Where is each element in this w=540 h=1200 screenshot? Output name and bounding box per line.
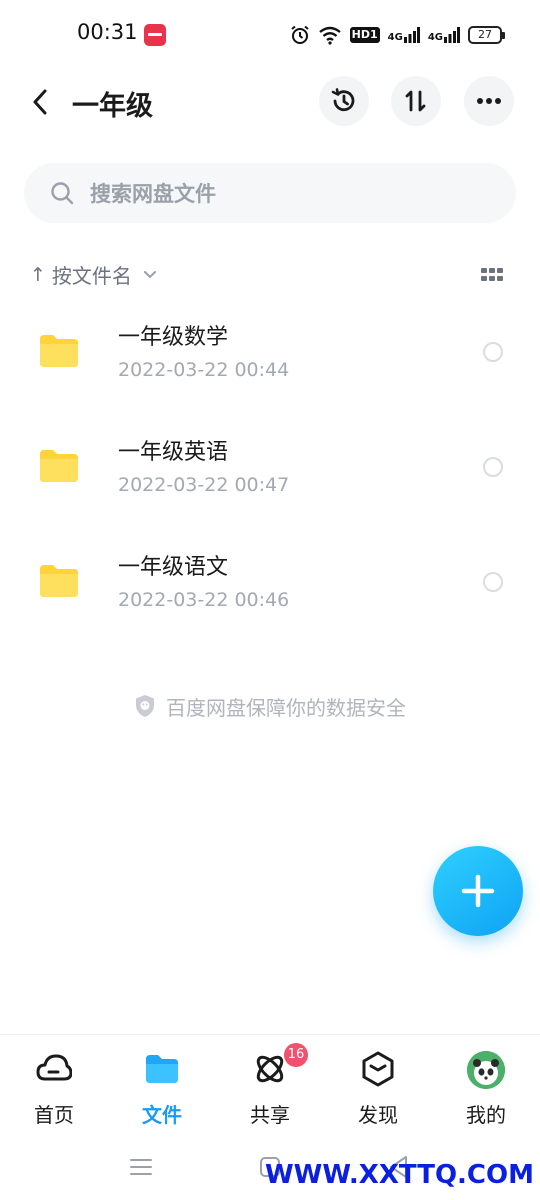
list-item[interactable]: 一年级英语 2022-03-22 00:47 (0, 421, 540, 536)
nav-item-files[interactable]: 文件 (108, 1035, 216, 1135)
back-arrow-icon (33, 89, 47, 115)
status-icons: HD1 4G 4G 27 (290, 22, 505, 48)
hd-icon: HD1 (349, 27, 380, 43)
battery-icon: 27 (468, 26, 505, 44)
nav-label: 首页 (34, 1103, 74, 1127)
select-checkbox[interactable] (483, 342, 503, 362)
file-date: 2022-03-22 00:46 (118, 589, 290, 611)
search-placeholder: 搜索网盘文件 (90, 182, 216, 206)
sort-icon (405, 90, 426, 112)
history-button[interactable] (319, 76, 369, 126)
nav-item-share[interactable]: 共享 (216, 1035, 324, 1135)
more-icon (477, 98, 501, 104)
status-time: 00:31 (77, 20, 138, 44)
nav-item-discover[interactable]: 发现 (324, 1035, 432, 1135)
more-button[interactable] (464, 76, 514, 126)
security-text: 百度网盘保障你的数据安全 (166, 695, 406, 720)
watermark: WWW.XXTTQ.COM (265, 1160, 534, 1190)
orbit-icon (256, 1055, 284, 1083)
sort-button[interactable] (391, 76, 441, 126)
nav-label: 文件 (142, 1103, 182, 1127)
file-list: 一年级数学 2022-03-22 00:44 一年级英语 2022-03-22 … (0, 306, 540, 651)
signal-label: 4G (427, 32, 443, 43)
file-date: 2022-03-22 00:47 (118, 474, 290, 496)
nav-item-home[interactable]: 首页 (0, 1035, 108, 1135)
search-input[interactable]: 搜索网盘文件 (24, 163, 516, 223)
signal-label: 4G (387, 32, 403, 43)
sort-direction-icon: ↑ (30, 263, 46, 286)
alarm-icon (291, 25, 309, 44)
page-title: 一年级 (72, 91, 153, 122)
header: 一年级 (0, 72, 540, 132)
add-button[interactable] (433, 846, 523, 936)
wifi-icon (318, 26, 341, 45)
folder-icon (40, 565, 78, 597)
menu-icon[interactable] (126, 1152, 156, 1182)
share-count-badge: 16 (284, 1043, 308, 1067)
chevron-down-icon (143, 270, 156, 278)
history-icon (331, 88, 355, 112)
select-checkbox[interactable] (483, 572, 503, 592)
list-item[interactable]: 一年级语文 2022-03-22 00:46 (0, 536, 540, 651)
signal-4g-icon: 4G (428, 27, 460, 43)
avatar[interactable] (467, 1051, 505, 1089)
app-notification-icon (144, 24, 166, 46)
grid-view-icon[interactable] (481, 268, 503, 282)
bottom-nav: 首页 文件 共享 发现 我的 (0, 1034, 540, 1134)
folder-icon (40, 450, 78, 482)
select-checkbox[interactable] (483, 457, 503, 477)
folder-icon (40, 335, 78, 367)
plus-icon (461, 874, 495, 908)
file-name: 一年级语文 (118, 555, 229, 580)
nav-label: 共享 (250, 1103, 290, 1127)
nav-label: 发现 (358, 1103, 398, 1127)
signal-4g-icon: 4G (388, 27, 420, 43)
list-item[interactable]: 一年级数学 2022-03-22 00:44 (0, 306, 540, 421)
security-note: 百度网盘保障你的数据安全 (0, 690, 540, 722)
sort-by-name-toggle[interactable]: ↑ 按文件名 (30, 260, 156, 289)
folder-icon (146, 1055, 178, 1083)
back-button[interactable] (24, 86, 56, 118)
search-icon (51, 182, 74, 205)
file-name: 一年级英语 (118, 440, 229, 465)
discover-box-icon (362, 1051, 394, 1087)
file-name: 一年级数学 (118, 325, 229, 350)
status-bar: 00:31 HD1 4G 4G 27 (0, 0, 540, 68)
panda-avatar-icon (467, 1051, 505, 1089)
sort-bar: ↑ 按文件名 (0, 252, 540, 298)
cloud-icon (36, 1054, 72, 1081)
file-date: 2022-03-22 00:44 (118, 359, 290, 381)
nav-label: 我的 (466, 1103, 506, 1127)
sort-label: 按文件名 (51, 264, 132, 288)
shield-icon (136, 695, 154, 717)
